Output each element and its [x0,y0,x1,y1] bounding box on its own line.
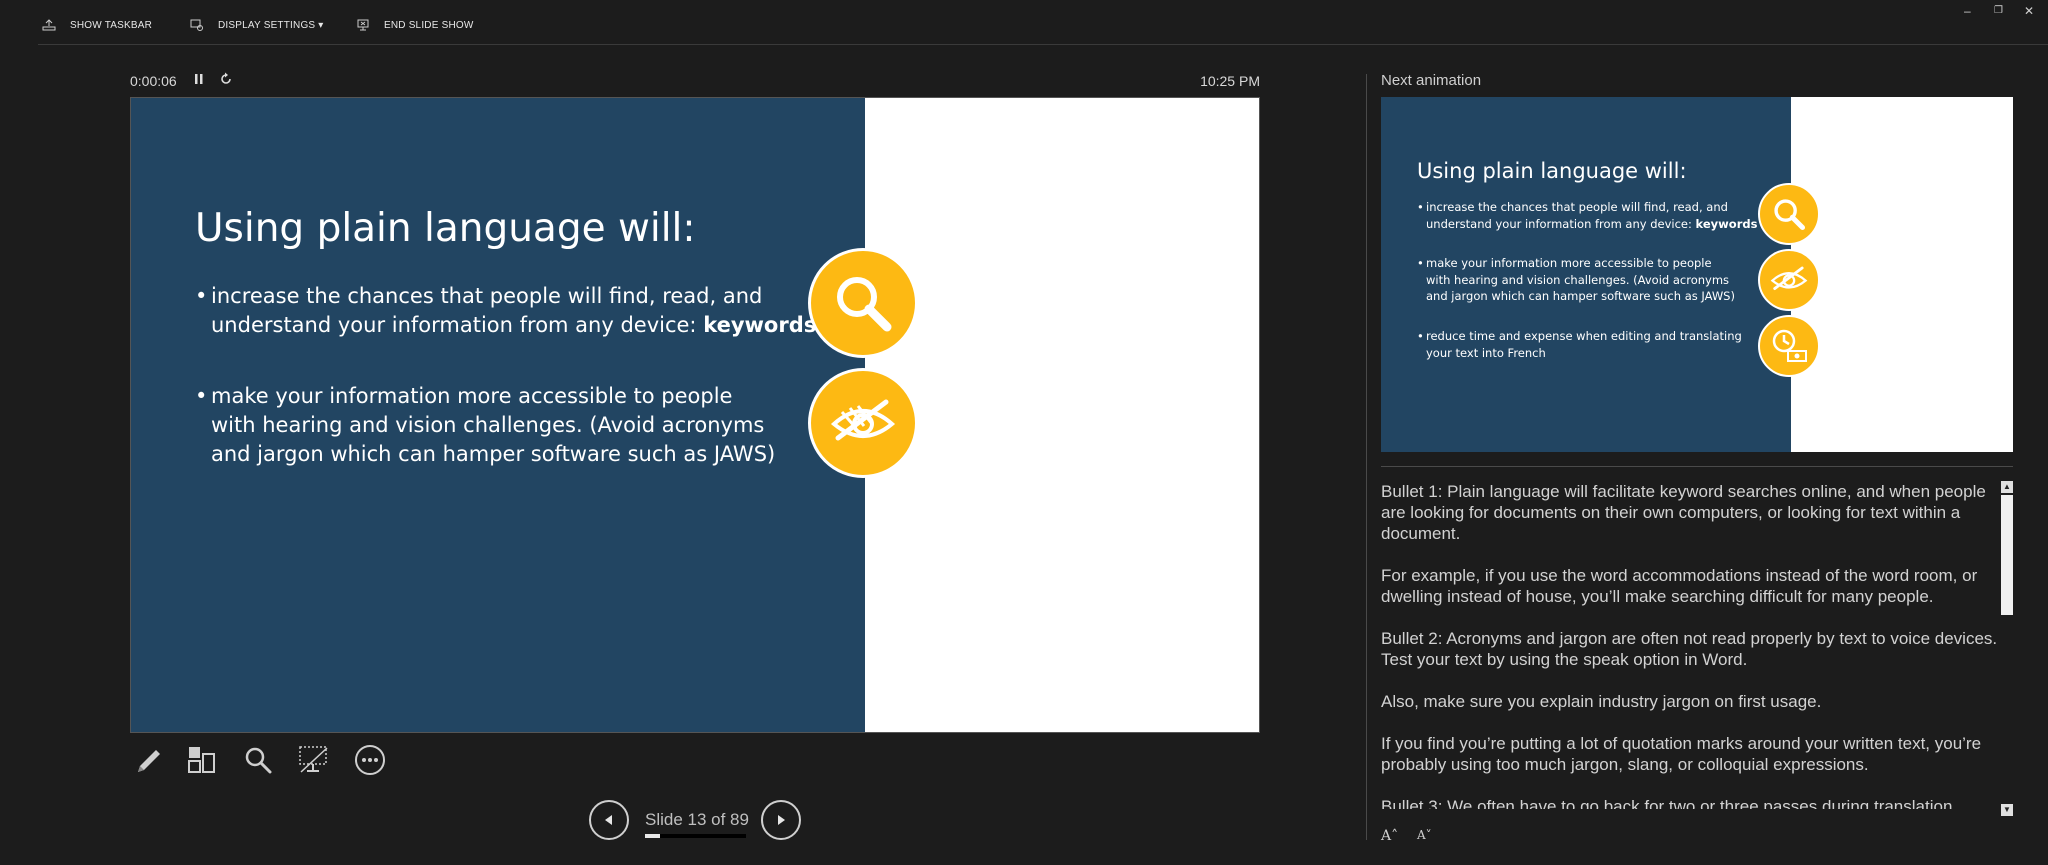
slide-title: Using plain language will: [195,206,696,251]
elapsed-timer: 0:00:06 [130,73,177,89]
notes-separator [1381,466,2013,467]
black-screen-icon[interactable] [294,740,334,780]
notes-paragraph: Bullet 1: Plain language will facilitate… [1381,482,1986,543]
restore-button[interactable]: ❐ [1994,5,2003,16]
bullet-2-line-3: and jargon which can hamper software suc… [211,442,776,466]
minimize-button[interactable]: – [1964,4,1971,18]
clock-money-icon [1758,315,1820,377]
display-settings-label: DISPLAY SETTINGS ▾ [218,19,324,31]
speaker-notes[interactable]: Bullet 1: Plain language will facilitate… [1381,481,2001,809]
previous-arrow-icon [605,815,612,825]
next-magnifier-icon [1758,183,1820,245]
close-button[interactable]: ✕ [2024,4,2034,18]
end-slide-show-button[interactable]: END SLIDE SHOW [356,17,473,33]
bullet-2-line-1: make your information more accessible to… [211,384,733,408]
slide-progress-bar [645,834,746,838]
next-bullet-3-line-1: reduce time and expense when editing and… [1426,329,1742,343]
notes-paragraph: Bullet 3: We often have to go back for t… [1381,797,1953,809]
scroll-up-icon[interactable]: ▲ [2001,481,2013,493]
next-slide-button[interactable] [761,800,801,840]
next-crossed-eye-icon [1758,249,1820,311]
end-show-icon [357,19,369,31]
notes-paragraph: Also, make sure you explain industry jar… [1381,692,1822,711]
see-all-slides-icon[interactable] [182,740,222,780]
next-animation-label: Next animation [1381,72,1482,89]
scroll-down-icon[interactable]: ▼ [2001,804,2013,816]
bullet-2-line-2: with hearing and vision challenges. (Avo… [211,413,765,437]
pen-icon[interactable] [128,740,168,780]
notes-paragraph: For example, if you use the word accommo… [1381,566,1978,606]
pause-timer-icon[interactable] [193,72,205,91]
increase-font-button[interactable]: A˄ [1381,828,1398,844]
bullet-1-line-2: understand your information from any dev… [211,313,704,337]
next-bullet-3-line-2: your text into French [1426,345,1546,360]
previous-slide-button[interactable] [589,800,629,840]
slide-progress-fill [645,834,660,838]
next-bullet-1-keyword: keywords [1695,216,1758,231]
taskbar-icon [42,19,56,31]
decrease-font-button[interactable]: A˅ [1417,828,1432,842]
current-time: 10:25 PM [1200,73,1260,89]
show-taskbar-label: SHOW TASKBAR [70,19,153,31]
scrollbar-thumb[interactable] [2001,495,2013,615]
next-bullet-1-line-2: understand your information from any dev… [1426,216,1696,231]
notes-paragraph: Bullet 2: Acronyms and jargon are often … [1381,629,1998,669]
next-bullet-2-line-3: and jargon which can hamper software suc… [1426,289,1735,303]
current-slide[interactable]: Using plain language will: • increase th… [130,97,1260,733]
bullet-1-line-1: increase the chances that people will fi… [211,284,763,308]
next-bullet-1-line-1: increase the chances that people will fi… [1426,200,1728,214]
end-slide-show-label: END SLIDE SHOW [384,19,474,31]
next-animation-preview[interactable]: Using plain language will: • increase th… [1381,97,2013,452]
next-slide-title: Using plain language will: [1417,159,1687,183]
zoom-icon[interactable] [238,740,278,780]
presenter-toolbar: SHOW TASKBAR DISPLAY SETTINGS ▾ END SLID… [38,0,2048,45]
restart-timer-icon[interactable] [219,72,233,91]
display-settings-icon [190,19,203,31]
magnifier-icon [808,248,918,358]
show-taskbar-button[interactable]: SHOW TASKBAR [42,17,152,33]
bullet-1-keyword: keywords [703,313,817,337]
slide-counter: Slide 13 of 89 [645,810,749,829]
next-arrow-icon [778,815,785,825]
display-settings-button[interactable]: DISPLAY SETTINGS ▾ [190,17,324,33]
notes-scrollbar[interactable]: ▲ ▼ [2001,481,2013,816]
notes-paragraph: If you find you’re putting a lot of quot… [1381,734,1982,774]
next-bullet-2-line-1: make your information more accessible to… [1426,256,1712,270]
more-options-icon[interactable] [350,740,390,780]
next-bullet-2-line-2: with hearing and vision challenges. (Avo… [1426,272,1730,287]
crossed-eye-icon [808,368,918,478]
panel-divider [1366,74,1367,840]
